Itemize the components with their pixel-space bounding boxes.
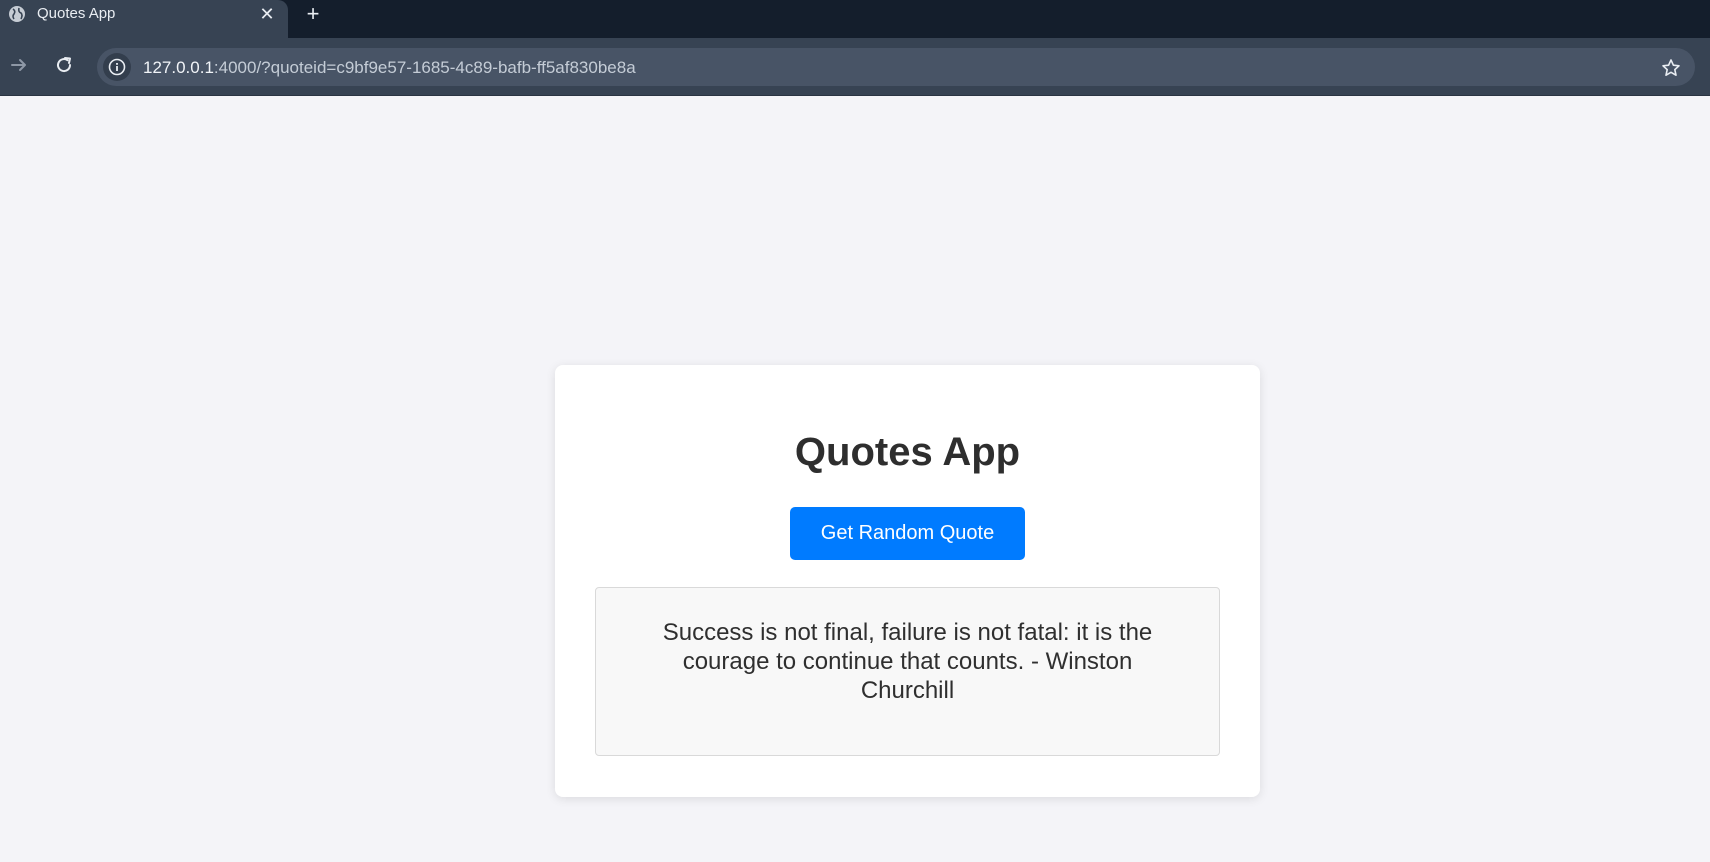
page-content: Quotes App Get Random Quote Success is n…	[0, 97, 1710, 862]
forward-arrow-icon[interactable]	[4, 50, 34, 80]
quote-card: Quotes App Get Random Quote Success is n…	[555, 365, 1260, 797]
url-path: :4000/?quoteid=c9bf9e57-1685-4c89-bafb-f…	[213, 58, 636, 77]
reload-icon[interactable]	[49, 50, 79, 80]
get-random-quote-button[interactable]: Get Random Quote	[790, 507, 1025, 560]
page-title: Quotes App	[794, 430, 1021, 474]
quote-text: Success is not final, failure is not fat…	[662, 619, 1153, 704]
browser-toolbar: 127.0.0.1:4000/?quoteid=c9bf9e57-1685-4c…	[0, 38, 1710, 96]
browser-tab[interactable]: Quotes App ✕	[0, 0, 288, 38]
url-text[interactable]: 127.0.0.1:4000/?quoteid=c9bf9e57-1685-4c…	[143, 58, 636, 77]
star-icon[interactable]	[1659, 56, 1683, 80]
url-host: 127.0.0.1	[143, 58, 214, 77]
tab-title: Quotes App	[37, 5, 116, 22]
quote-box: Success is not final, failure is not fat…	[595, 587, 1220, 756]
address-bar[interactable]: 127.0.0.1:4000/?quoteid=c9bf9e57-1685-4c…	[97, 48, 1695, 86]
close-icon[interactable]: ✕	[256, 3, 278, 25]
info-icon[interactable]	[103, 53, 131, 81]
browser-tabstrip: Quotes App ✕ +	[0, 0, 1710, 38]
globe-icon	[8, 5, 26, 23]
new-tab-button[interactable]: +	[300, 1, 326, 27]
